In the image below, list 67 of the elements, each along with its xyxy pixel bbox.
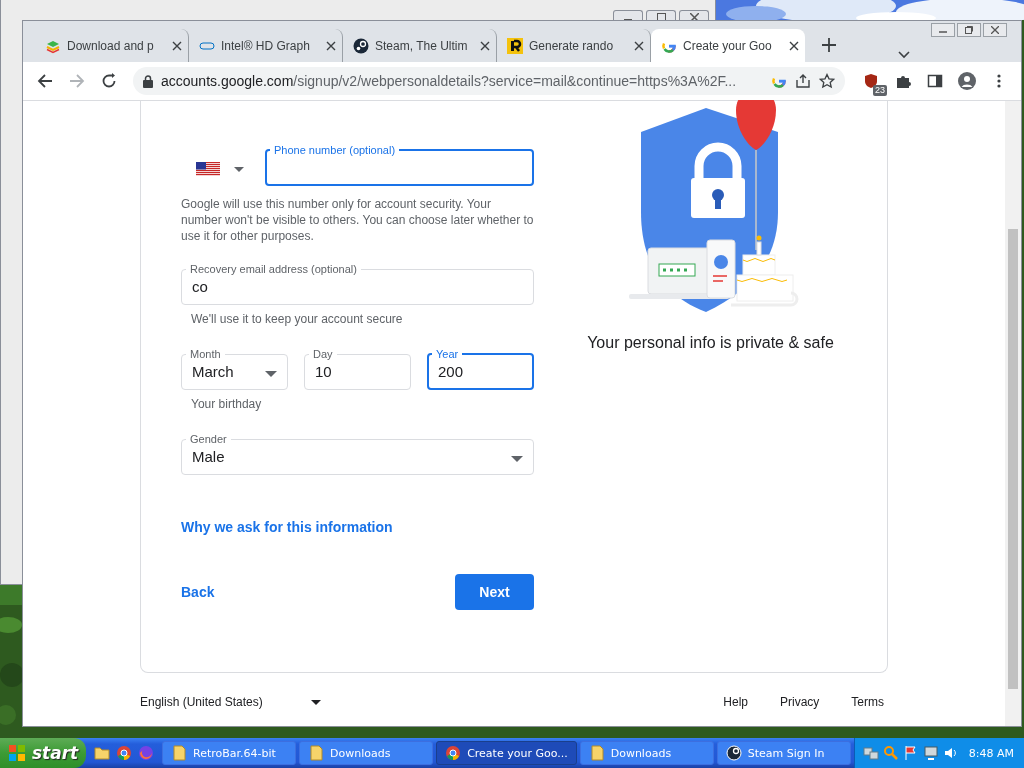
scrollbar-thumb[interactable] [1008, 229, 1018, 689]
us-flag-icon [196, 162, 220, 176]
field-input[interactable]: 10 [315, 363, 400, 380]
footer-link[interactable]: Help [719, 693, 752, 711]
close-icon[interactable] [172, 40, 182, 51]
letter-logo-icon [507, 37, 523, 54]
input-field[interactable]: Recovery email address (optional) co [181, 263, 534, 305]
network-icon [862, 745, 879, 761]
input-field[interactable]: Year 200 [427, 348, 534, 390]
close-icon[interactable] [326, 40, 336, 51]
input-field[interactable]: Phone number (optional) [265, 144, 534, 186]
back-link[interactable]: Back [181, 584, 215, 600]
lock-icon [143, 74, 153, 88]
language-select[interactable]: English (United States) [140, 695, 696, 709]
folder-icon [308, 745, 325, 761]
browser-tab[interactable]: Create your Goo [651, 29, 805, 62]
taskbar-button[interactable]: RetroBar.64-bit [162, 741, 297, 765]
caret-icon [310, 699, 321, 705]
close-icon[interactable] [983, 23, 1007, 37]
recovery-hint: We'll use it to keep your account secure [190, 311, 404, 327]
restore-icon[interactable] [957, 23, 981, 37]
browser-icon[interactable] [116, 745, 133, 761]
dropdown-field[interactable]: Gender Male [181, 433, 534, 475]
field-input[interactable]: co [192, 278, 523, 295]
field-input[interactable]: Male [192, 448, 523, 465]
browser-icon [445, 745, 462, 761]
footer-link[interactable]: Terms [847, 693, 888, 711]
taskbar-button[interactable]: Steam Sign In [716, 741, 851, 765]
caret-icon [511, 456, 523, 462]
taskbar-button[interactable]: Create your Goo... [436, 741, 577, 765]
minimize-icon[interactable] [613, 10, 643, 20]
field-input[interactable]: 200 [438, 362, 523, 380]
caret-icon [265, 371, 277, 377]
next-button[interactable]: Next [455, 574, 534, 610]
folder-icon [171, 745, 188, 761]
input-field[interactable]: Day 10 [304, 348, 411, 390]
shield-icon[interactable] [863, 73, 879, 89]
address-bar[interactable]: accounts.google.com/signup/v2/webpersonaldetails?service=mail&continue=https%3A%2F... [133, 67, 845, 95]
caret-icon [234, 166, 244, 172]
field-input[interactable]: March [192, 363, 277, 380]
phone-hint: Google will use this number only for account security. Your number won't be visible to others. You can choose later whether to use it for other purposes. [181, 196, 534, 244]
folder-icon [588, 745, 605, 761]
speaker-icon [942, 745, 959, 761]
steam-icon [725, 745, 742, 761]
folder-icon[interactable] [94, 745, 111, 761]
flag-alert-icon [902, 745, 919, 761]
monitor-icon [922, 745, 939, 761]
url-text: accounts.google.com/signup/v2/webpersonaldetails?service=mail&continue=https%3A%2F... [161, 73, 738, 89]
privacy-caption: Your personal info is private & safe [587, 334, 834, 352]
footer-link[interactable]: Privacy [776, 693, 824, 711]
minimize-icon[interactable] [931, 23, 955, 37]
share-icon[interactable] [795, 73, 811, 89]
start-button[interactable]: start [0, 738, 87, 768]
steam-icon [353, 37, 369, 54]
taskbar-button[interactable]: Downloads [299, 741, 434, 765]
birthday-hint: Your birthday [190, 396, 263, 412]
clock: 8:48 AM [968, 746, 1014, 760]
dropdown-field[interactable]: Month March [181, 348, 288, 390]
star-icon[interactable] [819, 73, 835, 89]
why-link[interactable]: Why we ask for this information [181, 519, 393, 535]
close-icon[interactable] [789, 40, 799, 51]
close-icon[interactable] [634, 40, 644, 51]
windows-logo-icon [8, 744, 26, 762]
taskbar-button[interactable]: Downloads [579, 741, 714, 765]
extension-badge: 23 [873, 85, 887, 96]
search-icon [882, 745, 899, 761]
close-icon[interactable] [480, 40, 490, 51]
